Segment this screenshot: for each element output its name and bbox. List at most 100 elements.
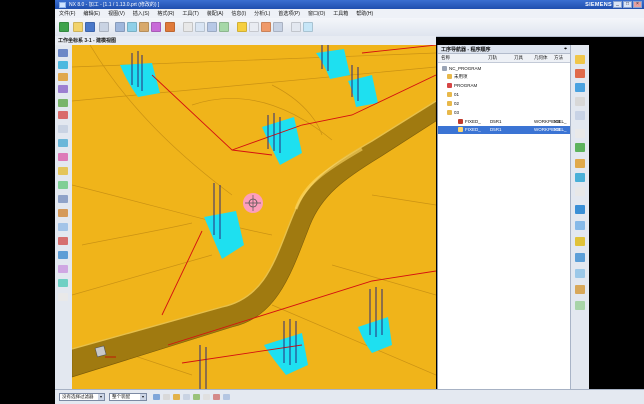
create-method-icon[interactable] — [151, 22, 161, 32]
assembly-navigator-icon[interactable] — [58, 49, 68, 57]
method-view-icon[interactable] — [219, 22, 229, 32]
top-view-icon[interactable] — [575, 205, 585, 214]
menu-help[interactable]: 帮助(H) — [352, 10, 377, 17]
system-materials-icon[interactable] — [58, 153, 68, 161]
machine-navigator-icon[interactable] — [58, 85, 68, 93]
process-studio-icon[interactable] — [58, 167, 68, 175]
verify-toolpath-icon[interactable] — [261, 22, 271, 32]
wireframe-icon[interactable] — [575, 129, 585, 138]
midpoint-snap-icon[interactable] — [183, 394, 190, 400]
cam-part-model — [72, 45, 436, 389]
orient-view-icon[interactable] — [575, 173, 585, 182]
measure-icon[interactable] — [58, 237, 68, 245]
show-hide-icon[interactable] — [58, 279, 68, 287]
program-view-icon[interactable] — [183, 22, 193, 32]
start-icon[interactable] — [59, 22, 69, 32]
replay-toolpath-icon[interactable] — [249, 22, 259, 32]
options-icon[interactable] — [58, 293, 68, 301]
history-icon[interactable] — [58, 139, 68, 147]
list-item[interactable]: PROGRAM — [438, 82, 571, 90]
menu-preferences[interactable]: 首选项(P) — [274, 10, 304, 17]
control-point-snap-icon[interactable] — [193, 394, 200, 400]
list-item[interactable]: 01 — [438, 91, 571, 99]
shop-docs-icon[interactable] — [291, 22, 301, 32]
table-row[interactable]: FIXED_ D5R1 WORKPIECE MILL_ — [438, 126, 571, 134]
snap-view-icon[interactable] — [575, 187, 585, 196]
pin-icon[interactable]: ⌖ — [564, 46, 567, 52]
right-view-icon[interactable] — [575, 237, 585, 246]
zoom-icon[interactable] — [575, 83, 585, 92]
generate-toolpath-icon[interactable] — [237, 22, 247, 32]
menu-window[interactable]: 窗口(O) — [304, 10, 329, 17]
machine-tool-view-icon[interactable] — [195, 22, 205, 32]
studio-view-icon[interactable] — [575, 143, 585, 152]
trimetric-view-icon[interactable] — [575, 269, 585, 278]
menu-file[interactable]: 文件(F) — [55, 10, 79, 17]
menu-analysis[interactable]: 分析(L) — [250, 10, 274, 17]
quadrant-snap-icon[interactable] — [223, 394, 230, 400]
web-browser-icon[interactable] — [58, 125, 68, 133]
layer-settings-icon[interactable] — [58, 265, 68, 273]
endpoint-snap-icon[interactable] — [173, 394, 180, 400]
section-view-icon[interactable] — [575, 159, 585, 168]
isometric-view-icon[interactable] — [575, 253, 585, 262]
perspective-icon[interactable] — [575, 285, 585, 294]
create-operation-icon[interactable] — [165, 22, 175, 32]
menu-format[interactable]: 格式(R) — [153, 10, 178, 17]
menu-edit[interactable]: 编辑(E) — [79, 10, 104, 17]
type-filter-select[interactable]: 没有选择过滤器 ▾ — [59, 393, 105, 401]
create-tool-icon[interactable] — [127, 22, 137, 32]
create-program-icon[interactable] — [115, 22, 125, 32]
graphics-viewport[interactable] — [72, 45, 436, 389]
snap-point-icon[interactable] — [163, 394, 170, 400]
selection-scope-select[interactable]: 整个装配 ▾ — [109, 393, 147, 401]
list-item[interactable]: 02 — [438, 100, 571, 108]
column-toolpath[interactable]: 刀轨 — [488, 55, 497, 61]
manufacturing-wizard-icon[interactable] — [58, 209, 68, 217]
menu-tools[interactable]: 工具(T) — [178, 10, 202, 17]
roles-icon[interactable] — [58, 181, 68, 189]
column-tool[interactable]: 刀具 — [514, 55, 523, 61]
list-item[interactable]: 03 — [438, 109, 571, 117]
operation-navigator-icon[interactable] — [58, 73, 68, 81]
view-tab[interactable]: 工作坐标系 3-1 - 建模视图 — [58, 37, 116, 44]
app-window: NX 8.0 - 加工 - [1.1 / 1.13.0.prt (修改的) ] … — [0, 0, 644, 404]
column-method[interactable]: 方法 — [554, 55, 563, 61]
list-item[interactable]: 未用项 — [438, 73, 571, 81]
pan-icon[interactable] — [575, 111, 585, 120]
reuse-library-icon[interactable] — [58, 99, 68, 107]
create-geometry-icon[interactable] — [139, 22, 149, 32]
select-all-icon[interactable] — [153, 394, 160, 400]
maximize-button[interactable]: □ — [623, 1, 632, 8]
analysis-icon[interactable] — [58, 251, 68, 259]
output-cls-icon[interactable] — [303, 22, 313, 32]
menu-insert[interactable]: 插入(S) — [129, 10, 154, 17]
palettes-icon[interactable] — [58, 223, 68, 231]
arc-center-snap-icon[interactable] — [213, 394, 220, 400]
list-item[interactable]: NC_PROGRAM — [438, 65, 571, 73]
menu-toolbox[interactable]: 工具箱 — [329, 10, 352, 17]
undo-icon[interactable] — [99, 22, 109, 32]
geometry-view-icon[interactable] — [207, 22, 217, 32]
new-file-icon[interactable] — [73, 22, 83, 32]
intersection-snap-icon[interactable] — [203, 394, 210, 400]
system-scene-icon[interactable] — [58, 195, 68, 203]
column-geometry[interactable]: 几何体 — [534, 55, 548, 61]
close-button[interactable]: × — [633, 1, 642, 8]
hd3d-tools-icon[interactable] — [58, 111, 68, 119]
rotate-icon[interactable] — [575, 97, 585, 106]
fit-view-icon[interactable] — [575, 69, 585, 78]
menu-assemblies[interactable]: 装配(A) — [203, 10, 228, 17]
postprocess-icon[interactable] — [273, 22, 283, 32]
menu-view[interactable]: 视图(V) — [104, 10, 129, 17]
front-view-icon[interactable] — [575, 221, 585, 230]
minimize-button[interactable]: _ — [613, 1, 622, 8]
save-icon[interactable] — [85, 22, 95, 32]
render-style-icon[interactable] — [575, 301, 585, 310]
table-row[interactable]: FIXED_ D5R1 WORKPIECE MILL_ — [438, 118, 571, 126]
shaded-view-icon[interactable] — [575, 55, 585, 64]
menu-information[interactable]: 信息(I) — [227, 10, 250, 17]
part-navigator-icon[interactable] — [58, 61, 68, 69]
program-root-icon — [442, 66, 447, 71]
column-name[interactable]: 名称 — [441, 55, 450, 61]
